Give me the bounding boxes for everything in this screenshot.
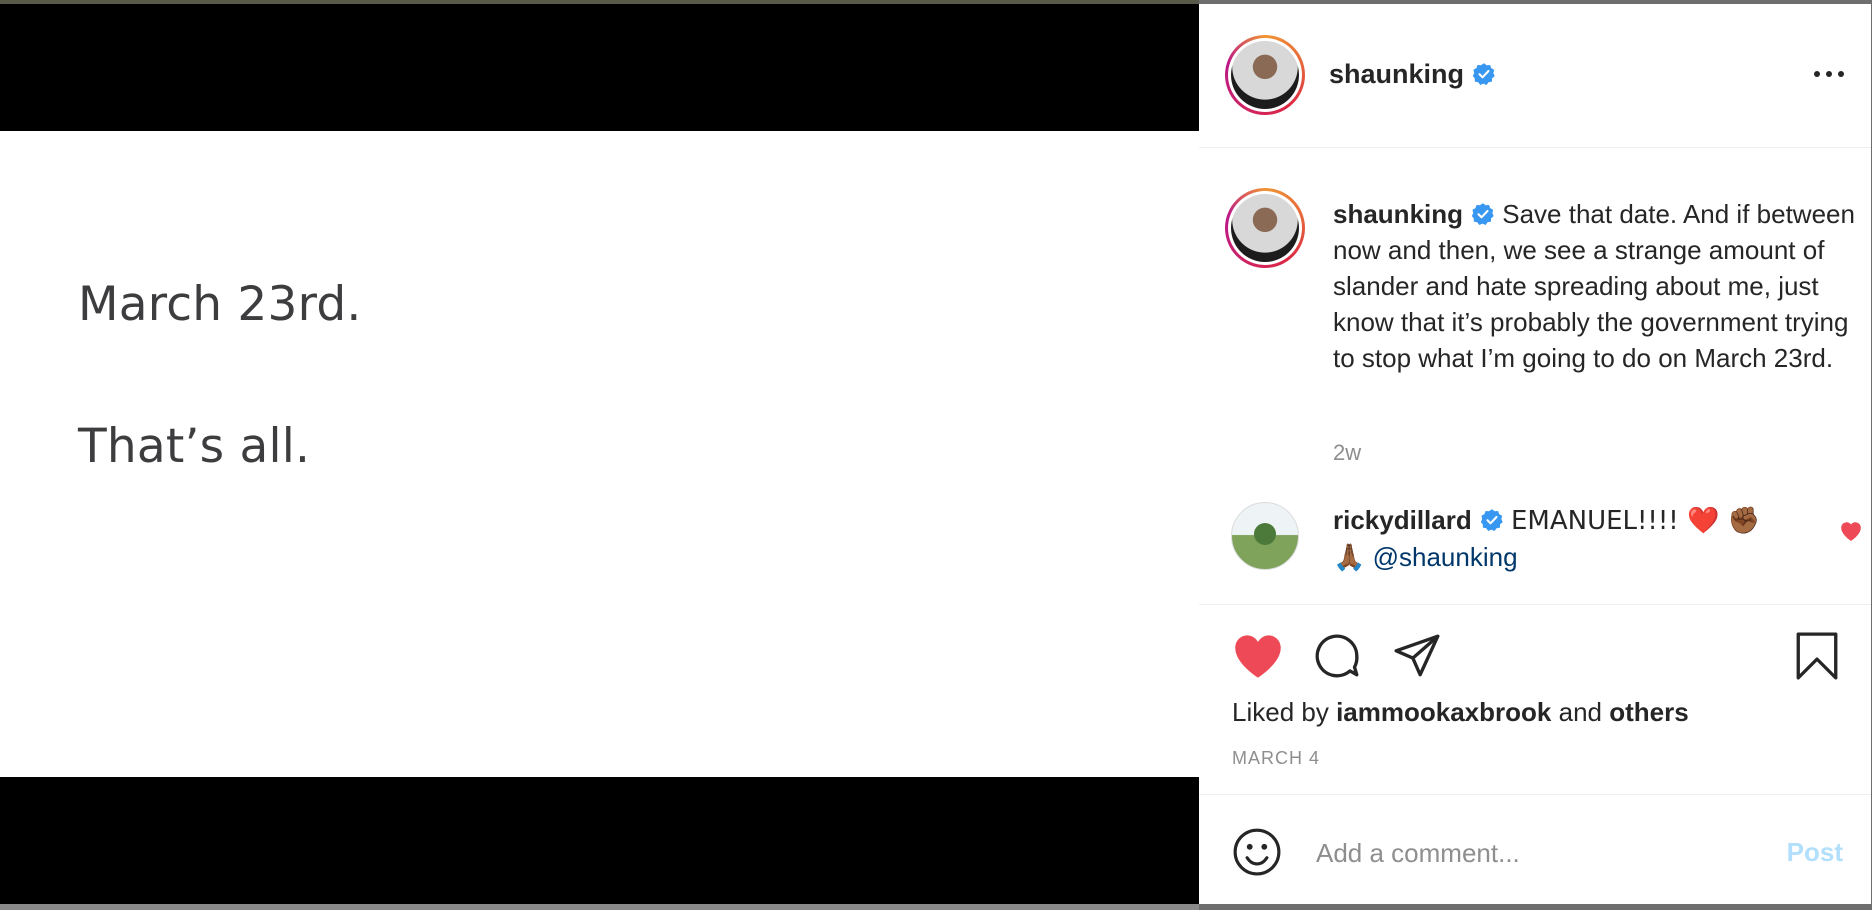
commenter-avatar[interactable] xyxy=(1231,502,1299,570)
caption-timestamp[interactable]: 2w xyxy=(1333,440,1361,466)
caption-username[interactable]: shaunking xyxy=(1333,199,1463,229)
image-text-line-1: March 23rd. xyxy=(78,277,362,332)
comment-mention[interactable]: @shaunking xyxy=(1373,542,1518,572)
author-avatar[interactable] xyxy=(1225,35,1305,115)
caption-text: shaunking Save that date. And if between… xyxy=(1333,196,1863,376)
comment-input[interactable] xyxy=(1314,831,1738,875)
more-options-icon[interactable] xyxy=(1809,64,1849,84)
image-text-line-2: That’s all. xyxy=(78,419,311,474)
bookmark-icon[interactable] xyxy=(1791,631,1843,681)
post-header: shaunking xyxy=(1199,4,1871,148)
post-media[interactable]: March 23rd. That’s all. xyxy=(0,0,1199,910)
verified-icon xyxy=(1480,509,1503,532)
liked-by-middle: and xyxy=(1558,697,1602,727)
add-comment-bar: Post xyxy=(1199,794,1871,905)
caption-avatar[interactable] xyxy=(1225,188,1305,268)
comment-username[interactable]: rickydillard xyxy=(1333,505,1472,535)
post-side-panel: shaunking shaunking Save that date. And … xyxy=(1199,4,1871,904)
post-comment-button[interactable]: Post xyxy=(1787,837,1843,868)
comments-scroll-area[interactable]: shaunking Save that date. And if between… xyxy=(1199,148,1871,608)
verified-icon xyxy=(1472,63,1495,85)
post-image[interactable]: March 23rd. That’s all. xyxy=(0,131,1199,777)
comment-text: rickydillard EMANUEL!!!! ❤️ ✊🏾 🙏🏾 @shaun… xyxy=(1333,502,1773,576)
comment-icon[interactable] xyxy=(1311,631,1363,681)
comment-like-heart-icon[interactable] xyxy=(1837,518,1865,542)
verified-icon xyxy=(1471,203,1494,226)
author-username[interactable]: shaunking xyxy=(1329,59,1464,89)
background-strip-top xyxy=(0,0,1199,4)
liked-by-prefix: Liked by xyxy=(1232,697,1329,727)
emoji-icon[interactable] xyxy=(1232,827,1282,877)
liked-by-others[interactable]: others xyxy=(1609,697,1688,727)
liked-by: Liked by iammookaxbrook and others xyxy=(1232,697,1689,728)
background-strip-bottom xyxy=(0,904,1199,910)
heart-icon[interactable] xyxy=(1232,631,1284,681)
post-date[interactable]: MARCH 4 xyxy=(1232,748,1320,769)
author-username-row[interactable]: shaunking xyxy=(1329,59,1496,90)
liked-by-user[interactable]: iammookaxbrook xyxy=(1336,697,1551,727)
share-icon[interactable] xyxy=(1391,631,1443,681)
post-actions: Liked by iammookaxbrook and others MARCH… xyxy=(1199,604,1871,795)
